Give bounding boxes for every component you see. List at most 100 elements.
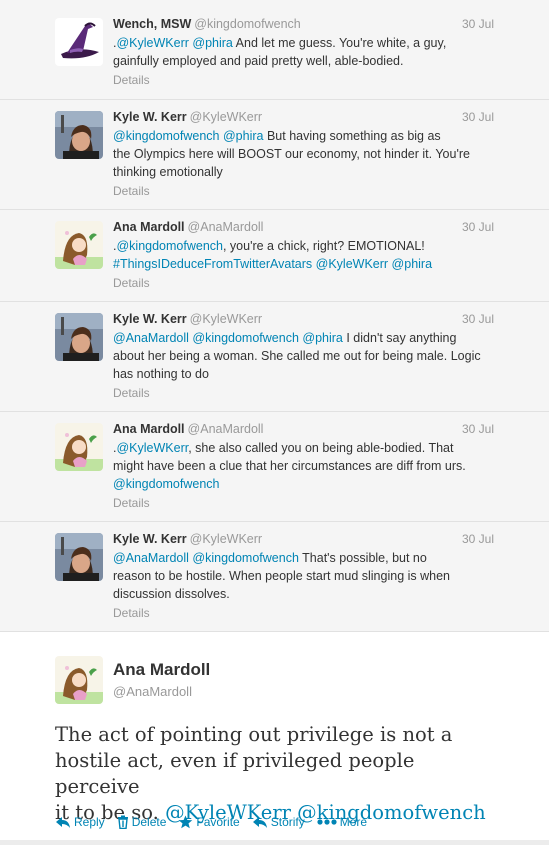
tweet-content: Wench, MSW @kingdomofwench 30 Jul .@KyleWKe… — [113, 15, 494, 89]
mention-link[interactable]: @kingdomofwench — [192, 551, 299, 565]
reply-tweet[interactable]: Ana Mardoll @AnaMardoll 30 Jul .@kingdomofw… — [0, 210, 549, 302]
action-label: Storify — [270, 815, 305, 829]
mention-link[interactable]: @phira — [302, 331, 343, 345]
mention-link[interactable]: @kingdomofwench — [116, 239, 223, 253]
author-name[interactable]: Kyle W. Kerr — [113, 312, 187, 326]
mention-link[interactable]: @phira — [192, 36, 233, 50]
text-line: gainfully employed and paid pretty well,… — [113, 52, 493, 70]
timestamp[interactable]: 30 Jul — [462, 218, 494, 236]
mention-link[interactable]: @phira — [223, 129, 264, 143]
author-name[interactable]: Kyle W. Kerr — [113, 110, 187, 124]
text-line: @kingdomofwench @phira But having someth… — [113, 127, 493, 145]
kyle-photo-avatar[interactable] — [55, 111, 103, 159]
mention-link[interactable]: @kingdomofwench — [192, 331, 299, 345]
ana-drawing-avatar[interactable] — [55, 221, 103, 269]
text-segment: The act of pointing out privilege is not… — [55, 723, 453, 746]
tweet-content: Ana Mardoll @AnaMardoll 30 Jul .@KyleWKerr,… — [113, 420, 494, 512]
reply-tweet[interactable]: Kyle W. Kerr @KyleWKerr 30 Jul @AnaMardoll … — [0, 302, 549, 412]
focused-tweet-name[interactable]: Ana Mardoll — [113, 660, 210, 680]
details-link[interactable]: Details — [113, 494, 493, 512]
kyle-photo-avatar[interactable] — [55, 313, 103, 361]
author-handle[interactable]: @AnaMardoll — [188, 220, 264, 234]
hashtag-link[interactable]: #ThingsIDeduceFromTwitterAvatars — [113, 257, 312, 271]
text-line: might have been a clue that her circumst… — [113, 457, 493, 475]
mention-link[interactable]: @KyleWKerr — [316, 257, 388, 271]
text-line: hostile act, even if privileged people p… — [55, 748, 505, 800]
author-handle[interactable]: @AnaMardoll — [188, 422, 264, 436]
author-name[interactable]: Ana Mardoll — [113, 422, 185, 436]
author-handle[interactable]: @KyleWKerr — [190, 532, 262, 546]
timestamp[interactable]: 30 Jul — [462, 108, 494, 126]
text-segment: That's possible, but no — [298, 551, 427, 565]
details-link[interactable]: Details — [113, 182, 493, 200]
text-segment: , you're a chick, right? EMOTIONAL! — [222, 239, 425, 253]
mention-link[interactable]: @phira — [392, 257, 433, 271]
text-segment: And let me guess. You're white, a guy, — [232, 36, 447, 50]
mention-link[interactable]: @KyleWKerr — [116, 441, 188, 455]
focused-tweet-text: The act of pointing out privilege is not… — [55, 722, 505, 826]
reply-button[interactable]: Reply — [55, 813, 105, 831]
tweet-text: @kingdomofwench @phira But having someth… — [113, 127, 493, 181]
timestamp[interactable]: 30 Jul — [462, 530, 494, 548]
author-handle[interactable]: @kingdomofwench — [194, 17, 301, 31]
reply-tweet[interactable]: Ana Mardoll @AnaMardoll 30 Jul .@KyleWKerr,… — [0, 412, 549, 522]
text-segment: might have been a clue that her circumst… — [113, 459, 466, 473]
text-segment: But having something as big as — [263, 129, 441, 143]
timestamp[interactable]: 30 Jul — [462, 420, 494, 438]
author-handle[interactable]: @KyleWKerr — [190, 110, 262, 124]
details-link[interactable]: Details — [113, 274, 493, 292]
text-line: #ThingsIDeduceFromTwitterAvatars @KyleWK… — [113, 255, 493, 273]
author-handle[interactable]: @KyleWKerr — [190, 312, 262, 326]
timestamp[interactable]: 30 Jul — [462, 15, 494, 33]
action-label: Favorite — [196, 815, 240, 829]
author-name[interactable]: Kyle W. Kerr — [113, 532, 187, 546]
tweet-content: Kyle W. Kerr @KyleWKerr 30 Jul @kingdomofwe… — [113, 108, 494, 200]
text-line: about her being a woman. She called me o… — [113, 347, 493, 365]
action-label: More — [339, 815, 368, 829]
witch-hat-avatar[interactable] — [55, 18, 103, 66]
timestamp[interactable]: 30 Jul — [462, 310, 494, 328]
reply-tweet[interactable]: Kyle W. Kerr @KyleWKerr 30 Jul @kingdomofwe… — [0, 100, 549, 210]
text-segment: hostile act, even if privileged people p… — [55, 749, 415, 798]
reply-icon — [55, 815, 74, 829]
focused-tweet-handle[interactable]: @AnaMardoll — [113, 684, 192, 699]
delete-button[interactable]: Delete — [117, 813, 167, 831]
author-name[interactable]: Wench, MSW — [113, 17, 191, 31]
text-line: thinking emotionally — [113, 163, 493, 181]
tweet-header: Kyle W. Kerr @KyleWKerr 30 Jul — [113, 310, 494, 328]
details-link[interactable]: Details — [113, 604, 493, 622]
details-link[interactable]: Details — [113, 71, 493, 89]
action-label: Reply — [74, 815, 105, 829]
tweet-header: Ana Mardoll @AnaMardoll 30 Jul — [113, 420, 494, 438]
mention-link[interactable]: @kingdomofwench — [113, 477, 220, 491]
tweet-text: @AnaMardoll @kingdomofwench @phira I did… — [113, 329, 493, 383]
reply-tweet[interactable]: Kyle W. Kerr @KyleWKerr 30 Jul @AnaMardoll … — [0, 522, 549, 632]
mention-link[interactable]: @AnaMardoll — [113, 551, 189, 565]
text-line: has nothing to do — [113, 365, 493, 383]
text-line: .@KyleWKerr @phira And let me guess. You… — [113, 34, 493, 52]
mention-link[interactable]: @kingdomofwench — [113, 129, 220, 143]
author-name[interactable]: Ana Mardoll — [113, 220, 185, 234]
mention-link[interactable]: @AnaMardoll — [113, 331, 189, 345]
details-link[interactable]: Details — [113, 384, 493, 402]
ana-drawing-avatar[interactable] — [55, 423, 103, 471]
reply-tweet[interactable]: Wench, MSW @kingdomofwench 30 Jul .@KyleWKe… — [0, 0, 549, 100]
text-line: discussion dissolves. — [113, 585, 493, 603]
action-label: Delete — [131, 815, 167, 829]
ana-drawing-avatar[interactable] — [55, 656, 103, 704]
text-line: reason to be hostile. When people start … — [113, 567, 493, 585]
tweet-content: Kyle W. Kerr @KyleWKerr 30 Jul @AnaMardoll … — [113, 310, 494, 402]
storify-button[interactable]: Storify — [252, 813, 305, 831]
text-line: @AnaMardoll @kingdomofwench That's possi… — [113, 549, 493, 567]
text-line: the Olympics here will BOOST our economy… — [113, 145, 493, 163]
text-line: .@kingdomofwench, you're a chick, right?… — [113, 237, 493, 255]
more-button[interactable]: More — [317, 813, 367, 831]
text-segment: gainfully employed and paid pretty well,… — [113, 54, 404, 68]
kyle-photo-avatar[interactable] — [55, 533, 103, 581]
favorite-button[interactable]: Favorite — [178, 813, 240, 831]
mention-link[interactable]: @KyleWKerr — [116, 36, 188, 50]
trash-icon — [117, 815, 132, 829]
tweet-text: @AnaMardoll @kingdomofwench That's possi… — [113, 549, 493, 603]
conversation-thread: Wench, MSW @kingdomofwench 30 Jul .@KyleWKe… — [0, 0, 549, 632]
tweet-header: Kyle W. Kerr @KyleWKerr 30 Jul — [113, 530, 494, 548]
